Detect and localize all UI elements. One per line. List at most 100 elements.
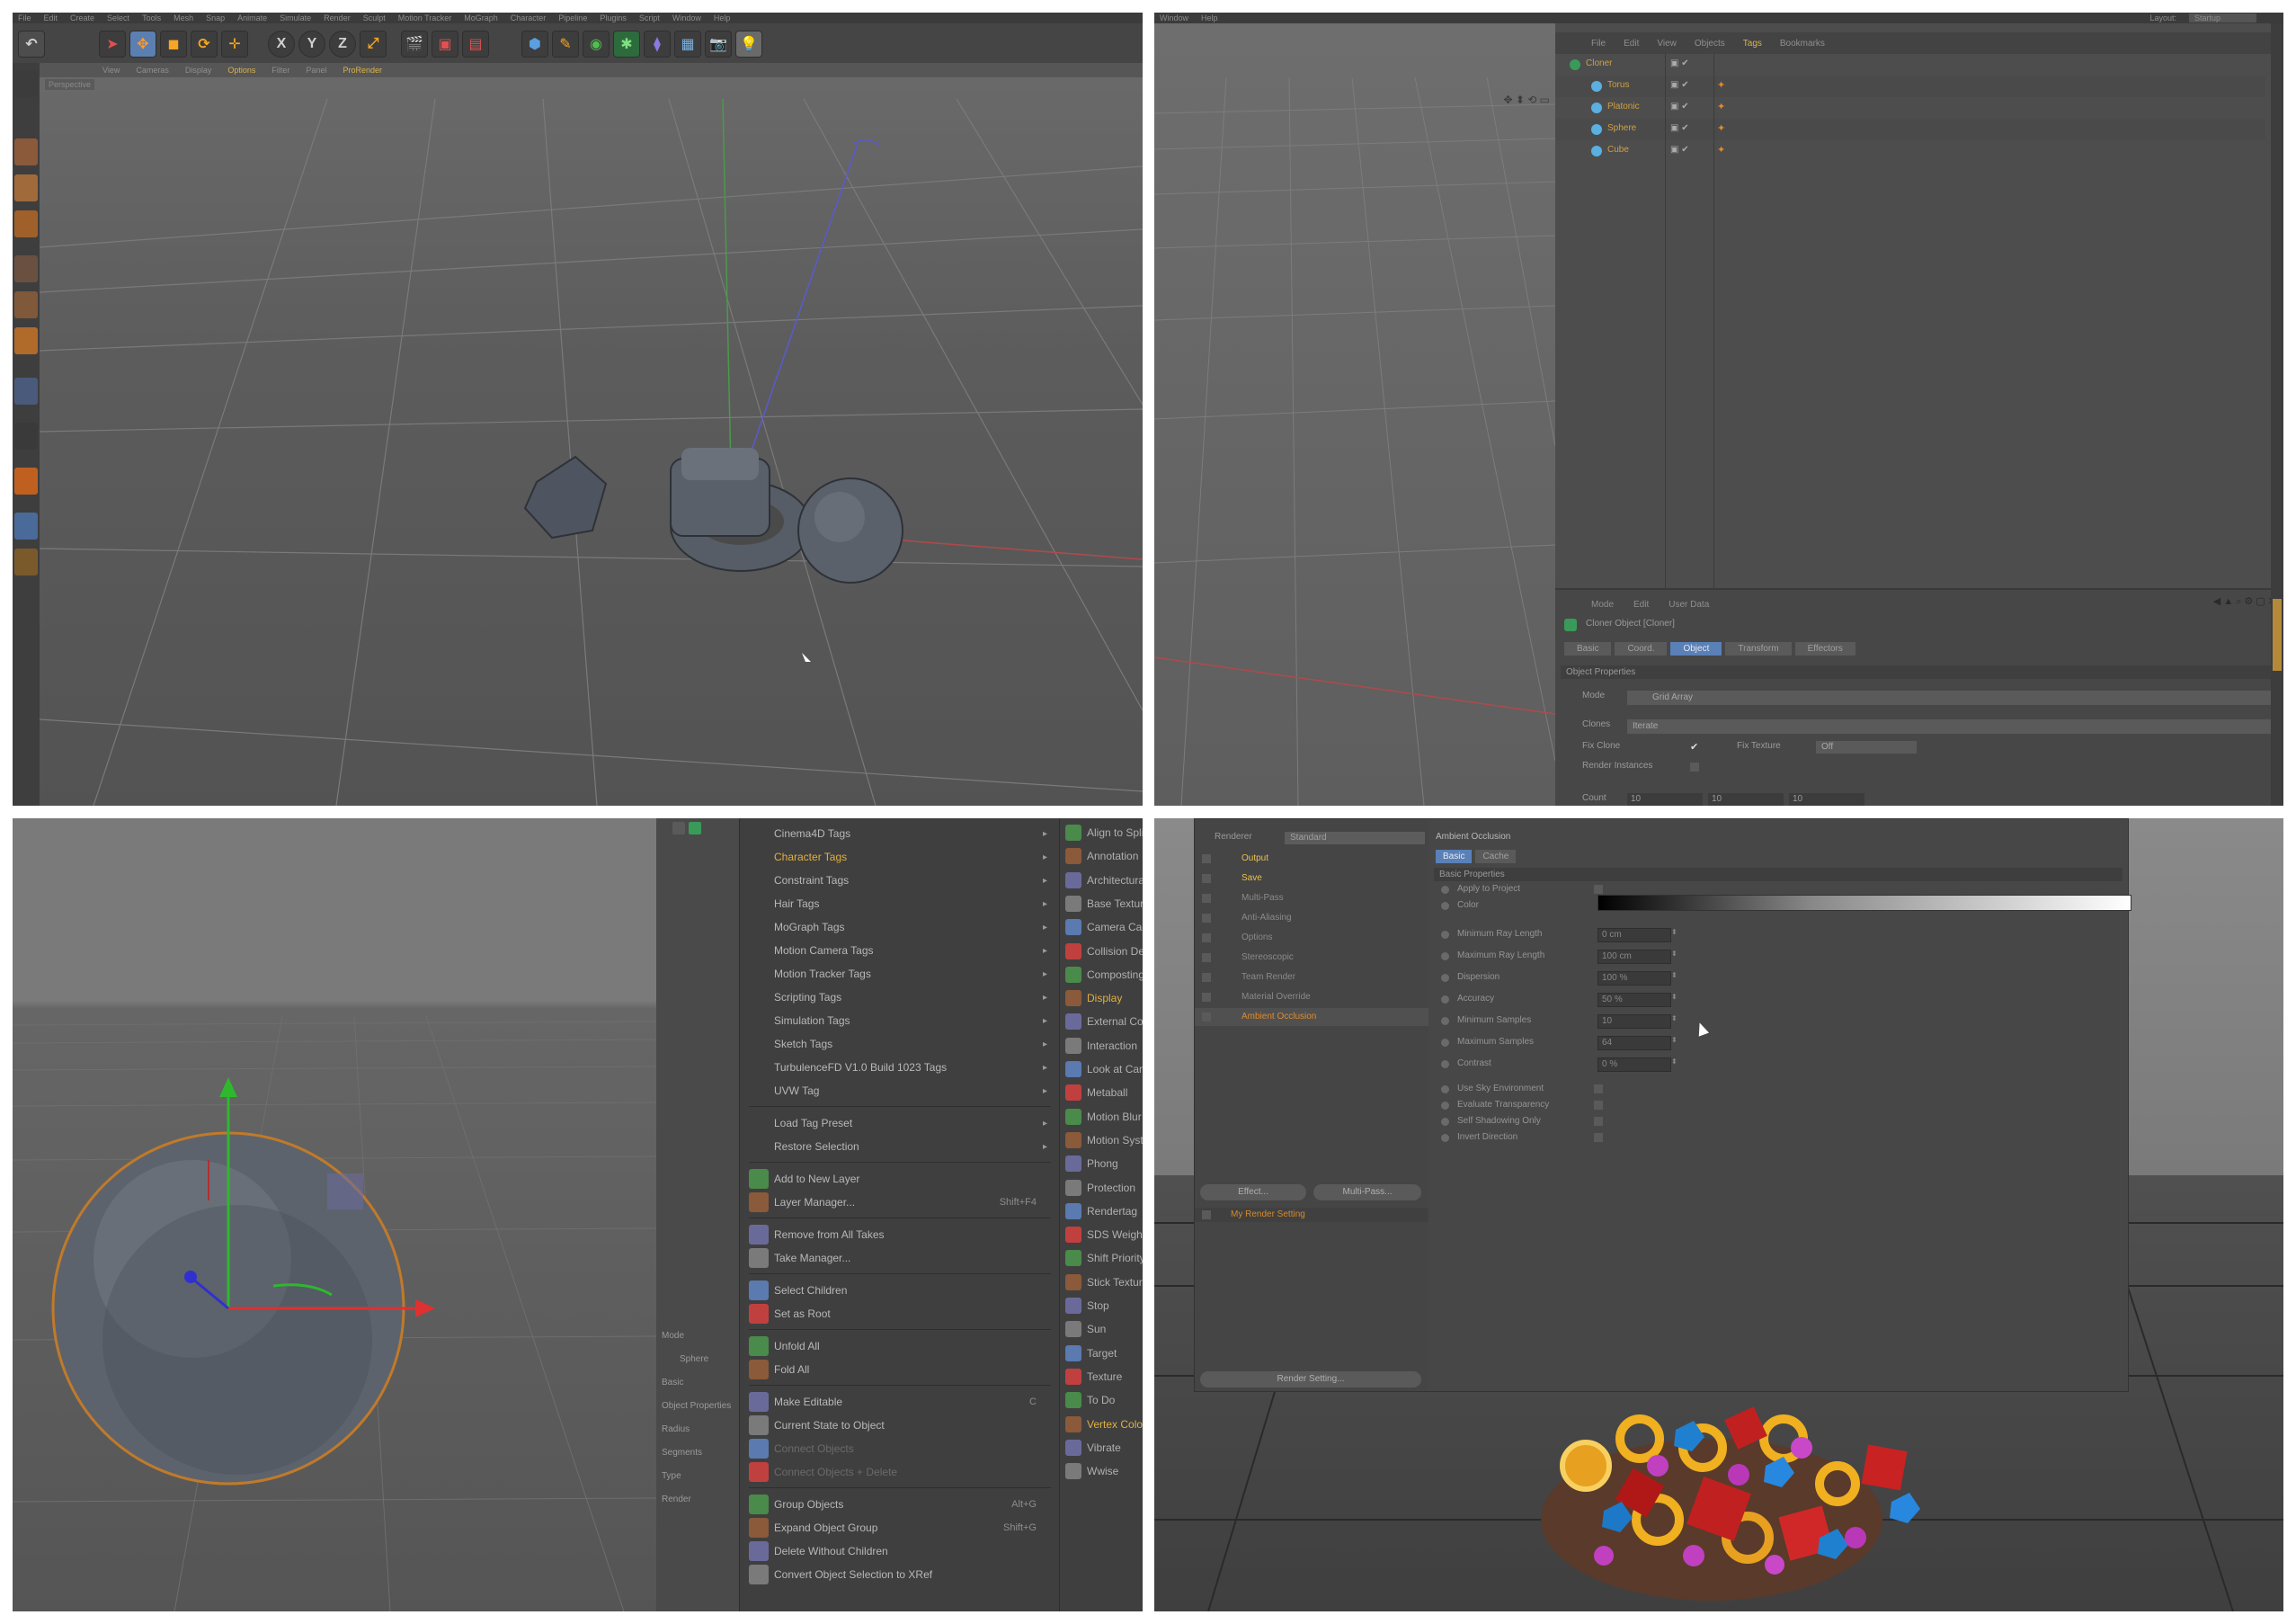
property-checkbox[interactable] bbox=[1594, 1101, 1603, 1110]
renderer-dropdown[interactable]: Standard bbox=[1285, 832, 1425, 844]
main-menu-item[interactable]: Select bbox=[107, 13, 129, 22]
value-stepper-icon[interactable]: ⬍ bbox=[1671, 993, 1678, 1001]
tag-submenu-item[interactable]: Wwise bbox=[1065, 1460, 1143, 1482]
select-tool-button[interactable]: ➤ bbox=[99, 31, 126, 58]
attr-side-item[interactable]: Mode bbox=[662, 1331, 737, 1341]
context-menu-item[interactable]: Motion Camera Tags ▸ bbox=[749, 939, 1055, 962]
property-value-field[interactable]: 64 bbox=[1597, 1036, 1671, 1050]
attr-side-item[interactable]: Radius bbox=[662, 1424, 737, 1434]
value-stepper-icon[interactable]: ⬍ bbox=[1671, 1014, 1678, 1022]
render-settings-checkbox[interactable] bbox=[1202, 1013, 1211, 1022]
snap-button[interactable] bbox=[14, 468, 38, 495]
count-x-field[interactable]: 10 bbox=[1627, 793, 1703, 806]
x-axis-button[interactable]: X bbox=[268, 31, 295, 58]
main-menu-item[interactable]: Character bbox=[511, 13, 547, 22]
context-menu-item[interactable]: Layer Manager... Shift+F4 bbox=[749, 1191, 1055, 1214]
main-menu-item[interactable]: Sculpt bbox=[363, 13, 386, 22]
render-settings-checkbox[interactable] bbox=[1202, 914, 1211, 923]
context-menu-item[interactable]: Add to New Layer bbox=[749, 1167, 1055, 1191]
attr-side-item[interactable]: Basic bbox=[662, 1378, 737, 1388]
coordinate-system-button[interactable]: ⤢ bbox=[360, 31, 387, 58]
tag-submenu-item[interactable]: Stop bbox=[1065, 1295, 1143, 1316]
context-menu-item[interactable]: Set as Root bbox=[749, 1302, 1055, 1325]
clones-dropdown[interactable]: Iterate bbox=[1627, 719, 2274, 734]
viewport-3d[interactable]: ✥ ⬍ ⟲ ▭ bbox=[1154, 23, 1555, 806]
main-menu-item[interactable]: Create bbox=[70, 13, 94, 22]
tag-submenu-item[interactable]: Align to Spline bbox=[1065, 822, 1143, 843]
attr-tab[interactable]: Transform bbox=[1725, 642, 1792, 656]
attr-side-item[interactable]: Type bbox=[662, 1471, 737, 1481]
render-settings-item[interactable]: Stereoscopic bbox=[1195, 949, 1428, 967]
tag-submenu-item[interactable]: Base Texture bbox=[1065, 893, 1143, 915]
planar-workplane-button[interactable] bbox=[14, 549, 38, 576]
object-tree-row[interactable]: Cloner ▣ ✔ bbox=[1555, 54, 2265, 76]
render-settings-item[interactable]: Team Render bbox=[1195, 968, 1428, 986]
tag-submenu-item[interactable]: Vertex Color bbox=[1065, 1414, 1143, 1435]
value-stepper-icon[interactable]: ⬍ bbox=[1671, 950, 1678, 958]
points-mode-button[interactable] bbox=[14, 255, 38, 282]
context-menu-item[interactable]: Connect Objects + Delete bbox=[749, 1460, 1055, 1484]
context-menu-item[interactable]: Delete Without Children bbox=[749, 1539, 1055, 1563]
tag-submenu-item[interactable]: Collision Detection bbox=[1065, 941, 1143, 962]
make-editable-button[interactable] bbox=[14, 70, 38, 97]
menu-help[interactable]: Help bbox=[1201, 13, 1218, 22]
object-tree-row[interactable]: Sphere ▣ ✔ ✦ bbox=[1555, 119, 2265, 140]
render-settings-item[interactable]: Ambient Occlusion bbox=[1195, 1008, 1428, 1026]
side-tab-attributes[interactable] bbox=[2273, 599, 2282, 671]
attr-menu-item[interactable]: Mode bbox=[1591, 600, 1614, 610]
tag-submenu-item[interactable]: SDS Weight bbox=[1065, 1224, 1143, 1245]
main-menu-item[interactable]: MoGraph bbox=[464, 13, 498, 22]
property-value-field[interactable]: 100 % bbox=[1597, 971, 1671, 986]
value-stepper-icon[interactable]: ⬍ bbox=[1671, 1057, 1678, 1066]
tag-icon[interactable]: ✦ bbox=[1717, 122, 1725, 134]
property-value-field[interactable]: 10 bbox=[1597, 1014, 1671, 1029]
value-stepper-icon[interactable]: ⬍ bbox=[1671, 971, 1678, 979]
property-value-field[interactable]: 100 cm bbox=[1597, 950, 1671, 964]
tag-submenu-item[interactable]: Composting bbox=[1065, 964, 1143, 986]
property-checkbox[interactable] bbox=[1594, 1133, 1603, 1142]
attr-tab[interactable]: Coord. bbox=[1615, 642, 1668, 656]
main-menu-item[interactable]: Snap bbox=[206, 13, 225, 22]
visibility-toggle[interactable]: ▣ ✔ bbox=[1670, 123, 1689, 133]
tag-submenu-item[interactable]: Vibrate bbox=[1065, 1437, 1143, 1459]
rotate-tool-button[interactable]: ⟳ bbox=[191, 31, 218, 58]
floor-button[interactable]: ▦ bbox=[674, 31, 701, 58]
render-picture-viewer-button[interactable]: ▣ bbox=[432, 31, 458, 58]
visibility-toggle[interactable]: ▣ ✔ bbox=[1670, 58, 1689, 68]
tag-icon[interactable]: ✦ bbox=[1717, 101, 1725, 112]
tag-submenu-item[interactable]: External Compositing bbox=[1065, 1011, 1143, 1032]
render-settings-checkbox[interactable] bbox=[1202, 874, 1211, 883]
fix-texture-dropdown[interactable]: Off bbox=[1816, 741, 1917, 754]
main-menu-item[interactable]: Plugins bbox=[600, 13, 627, 22]
tag-submenu-item[interactable]: Rendertag bbox=[1065, 1200, 1143, 1222]
cloner-button[interactable]: ✱ bbox=[613, 31, 640, 58]
model-mode-button[interactable] bbox=[14, 138, 38, 165]
attr-menu-item[interactable]: Edit bbox=[1633, 600, 1649, 610]
object-tree-row[interactable]: Torus ▣ ✔ ✦ bbox=[1555, 76, 2265, 97]
undo-button[interactable]: ↶ bbox=[18, 31, 45, 58]
attr-side-item[interactable]: Segments bbox=[662, 1448, 737, 1458]
deformer-button[interactable]: ⧫ bbox=[644, 31, 671, 58]
render-settings-checkbox[interactable] bbox=[1202, 894, 1211, 903]
main-menu-item[interactable]: Mesh bbox=[174, 13, 193, 22]
render-settings-checkbox[interactable] bbox=[1202, 933, 1211, 942]
attr-nav-icons[interactable]: ◀ ▲ ⌕ ⚙ ▢ ✕ bbox=[2213, 595, 2276, 608]
visibility-toggle[interactable]: ▣ ✔ bbox=[1670, 102, 1689, 112]
main-menu-item[interactable]: Motion Tracker bbox=[398, 13, 452, 22]
tag-submenu-item[interactable]: Display bbox=[1065, 987, 1143, 1009]
viewport-3d[interactable]: View Cameras Display Options Filter Panel ProR… bbox=[40, 63, 1143, 806]
render-instances-checkbox[interactable] bbox=[1690, 763, 1699, 772]
main-menu-item[interactable]: Window bbox=[672, 13, 701, 22]
context-menu-item[interactable]: Sketch Tags ▸ bbox=[749, 1032, 1055, 1056]
ao-tab[interactable]: Basic bbox=[1436, 850, 1473, 863]
layout-dropdown[interactable]: Startup bbox=[2188, 13, 2256, 22]
property-checkbox[interactable] bbox=[1594, 1117, 1603, 1126]
tag-icon[interactable]: ✦ bbox=[1717, 144, 1725, 156]
texture-mode-button[interactable] bbox=[14, 174, 38, 201]
context-menu-item[interactable]: Hair Tags ▸ bbox=[749, 892, 1055, 915]
render-settings-item[interactable]: Options bbox=[1195, 929, 1428, 947]
edges-mode-button[interactable] bbox=[14, 291, 38, 318]
context-menu-item[interactable]: Scripting Tags ▸ bbox=[749, 986, 1055, 1009]
move-tool-button[interactable]: ✥ bbox=[129, 31, 156, 58]
tag-submenu-item[interactable]: Look at Camera bbox=[1065, 1058, 1143, 1080]
